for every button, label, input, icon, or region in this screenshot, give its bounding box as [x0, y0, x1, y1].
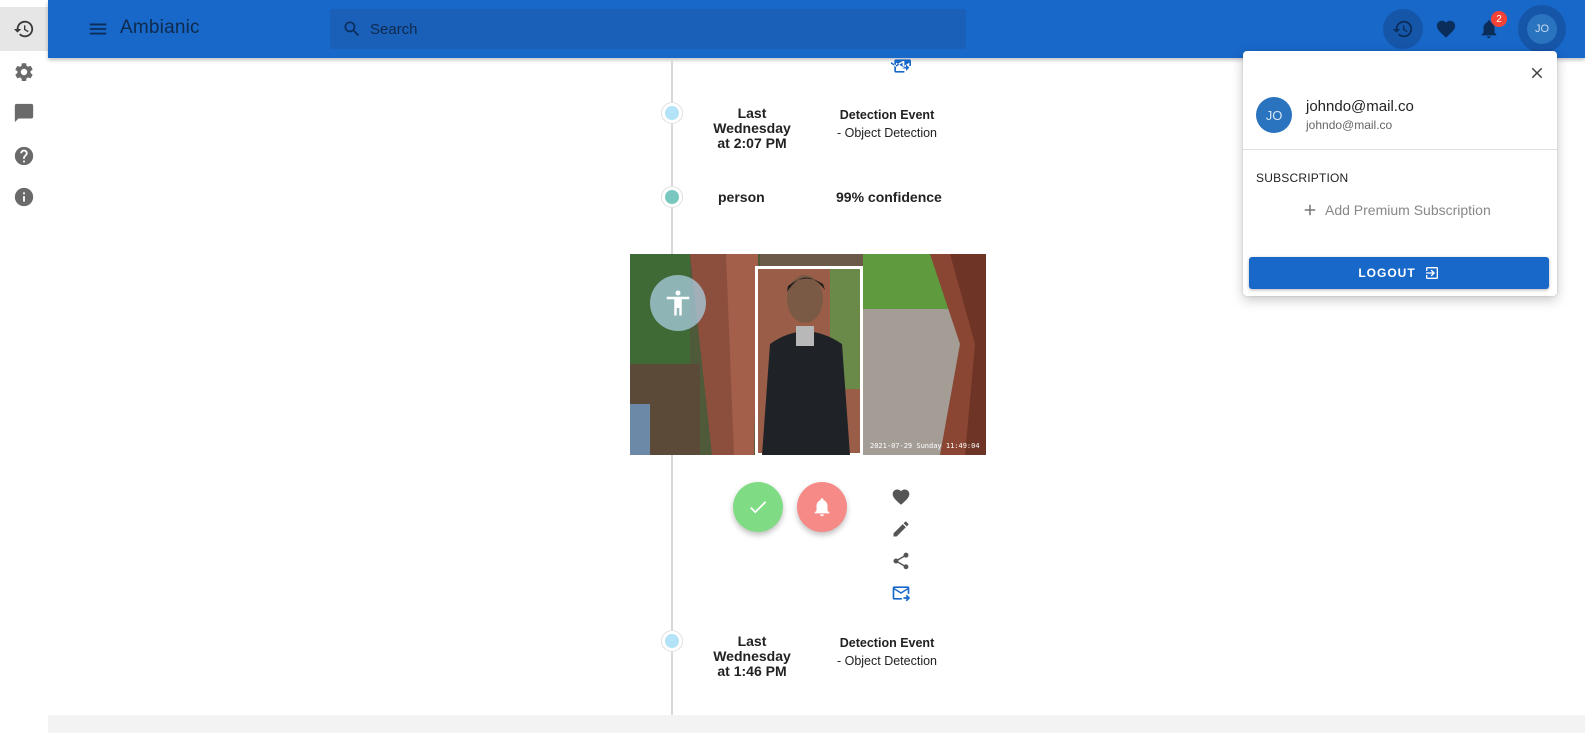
account-popover: JO johndo@mail.co johndo@mail.co SUBSCRI…	[1243, 51, 1557, 296]
nav-rail	[0, 0, 48, 733]
detection-image[interactable]: 2021-07-29 Sunday 11:49:04	[630, 254, 986, 455]
nav-feedback[interactable]	[0, 91, 48, 135]
nav-about[interactable]	[0, 175, 48, 219]
close-icon	[1531, 67, 1543, 79]
nav-help[interactable]	[0, 134, 48, 178]
favorite-button[interactable]	[889, 485, 913, 509]
detection-confidence: 99% confidence	[836, 189, 942, 205]
search-icon	[344, 21, 360, 37]
nav-timeline[interactable]	[0, 7, 48, 51]
timeline-dot	[662, 187, 682, 207]
notification-badge: 2	[1491, 11, 1507, 27]
event-type-subtitle: - Object Detection	[836, 654, 938, 668]
accessibility-badge	[650, 275, 706, 331]
search-input[interactable]	[370, 20, 950, 38]
event-type: Detection Event - Object Detection	[807, 634, 967, 670]
event-type-title: Detection Event	[839, 636, 935, 650]
share-email-button[interactable]	[889, 581, 913, 605]
email-forward-icon	[892, 586, 911, 602]
share-email-button[interactable]	[889, 54, 913, 78]
event-time: Last Wednesday at 1:46 PM	[713, 633, 791, 679]
account-button[interactable]: JO	[1518, 5, 1566, 53]
notifications-button[interactable]: 2	[1469, 9, 1509, 49]
share-button[interactable]	[889, 549, 913, 573]
timeline-dot	[662, 103, 682, 123]
menu-icon	[89, 23, 107, 35]
app-title: Ambianic	[120, 17, 200, 38]
help-icon	[14, 146, 34, 166]
check-icon	[750, 501, 767, 514]
timeline-dot	[662, 631, 682, 651]
timeline-button[interactable]	[1383, 9, 1423, 49]
settings-icon	[15, 63, 33, 81]
history-icon	[1392, 20, 1413, 38]
search-box[interactable]	[330, 9, 966, 49]
add-subscription-button[interactable]: Add Premium Subscription	[1301, 201, 1491, 219]
share-icon	[893, 552, 909, 570]
favorites-button[interactable]	[1426, 9, 1466, 49]
plus-icon	[1304, 204, 1316, 216]
event-type-title: Detection Event	[839, 108, 935, 122]
detection-label: person	[718, 189, 765, 205]
nav-settings[interactable]	[0, 50, 48, 94]
divider	[1243, 149, 1557, 150]
history-icon	[13, 20, 34, 38]
heart-icon	[1436, 20, 1456, 38]
logout-icon	[1425, 267, 1438, 279]
menu-button[interactable]	[86, 17, 110, 41]
avatar: JO	[1256, 97, 1292, 133]
pencil-icon	[893, 521, 909, 537]
person-icon	[666, 290, 690, 316]
close-button[interactable]	[1527, 63, 1547, 83]
avatar: JO	[1527, 14, 1557, 44]
app-root: Ambianic 2 JO Last Wednesday at 2:07 PM …	[0, 0, 1585, 733]
event-time: Last Wednesday at 2:07 PM	[713, 105, 791, 151]
subscription-title: SUBSCRIPTION	[1256, 171, 1349, 185]
info-icon	[14, 187, 34, 207]
svg-text:2021-07-29 Sunday 11:49:04: 2021-07-29 Sunday 11:49:04	[870, 442, 980, 450]
bottom-strip	[48, 715, 1585, 733]
email-forward-icon	[891, 59, 911, 73]
logout-label: LOGOUT	[1358, 266, 1416, 280]
bell-icon	[814, 498, 830, 517]
edit-button[interactable]	[889, 517, 913, 541]
app-bar: Ambianic 2 JO	[48, 0, 1585, 58]
logout-button[interactable]: LOGOUT	[1249, 257, 1549, 289]
user-name: johndo@mail.co	[1306, 98, 1414, 115]
mark-ok-button[interactable]	[733, 482, 783, 532]
user-email: johndo@mail.co	[1306, 118, 1393, 132]
event-type-subtitle: - Object Detection	[836, 126, 938, 140]
heart-icon	[892, 489, 910, 505]
alert-button[interactable]	[797, 482, 847, 532]
add-subscription-label: Add Premium Subscription	[1325, 202, 1491, 218]
feedback-icon	[14, 103, 34, 123]
event-type: Detection Event - Object Detection	[807, 106, 967, 142]
